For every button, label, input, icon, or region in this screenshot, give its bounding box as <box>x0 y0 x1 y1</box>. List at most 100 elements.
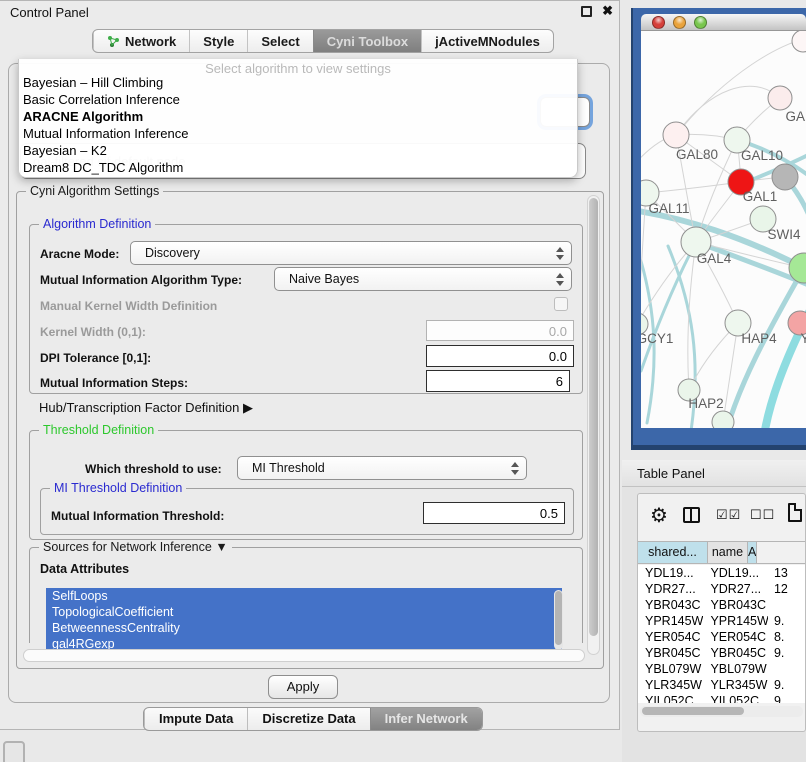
column-header[interactable]: A <box>748 542 757 563</box>
zoom-traffic-light-icon[interactable] <box>694 16 707 29</box>
cell-name: YDL19... <box>703 565 768 581</box>
kernel-width-field[interactable]: 0.0 <box>426 320 574 341</box>
combo-stepper-icon <box>555 246 564 261</box>
mi-steps-field[interactable]: 6 <box>426 370 570 392</box>
data-attributes-heading: Data Attributes <box>40 562 129 576</box>
network-node-label: GAL80 <box>676 147 718 162</box>
column-header[interactable]: shared... <box>638 542 708 563</box>
bottom-tab[interactable]: Discretize Data <box>247 708 369 730</box>
bottom-tab[interactable]: Impute Data <box>144 708 247 730</box>
mi-type-combo[interactable]: Naive Bayes <box>274 267 572 291</box>
table-row[interactable]: YBL079W YBL079W <box>638 661 805 677</box>
data-attribute-item[interactable]: TopologicalCoefficient <box>46 604 562 620</box>
cell-value: 12 <box>768 581 805 597</box>
data-attribute-item[interactable]: BetweennessCentrality <box>46 620 562 636</box>
cell-shared-name: YBR045C <box>638 645 703 661</box>
dropdown-placeholder: Select algorithm to view settings <box>19 59 577 74</box>
mi-threshold-definition-group: MI Threshold Definition Mutual Informati… <box>40 488 574 535</box>
control-panel-titlebar: Control Panel ✖ <box>0 1 619 23</box>
dropdown-item[interactable]: ARACNE Algorithm <box>19 108 577 125</box>
threshold-definition-group: Threshold Definition Which threshold to … <box>29 430 583 540</box>
dropdown-item[interactable]: Bayesian – Hill Climbing <box>19 74 577 91</box>
table-row[interactable]: YER054C YER054C 8. <box>638 629 805 645</box>
table-row[interactable]: YBR045C YBR045C 9. <box>638 645 805 661</box>
algorithm-dropdown-popup: Select algorithm to view settings Bayesi… <box>18 59 578 178</box>
close-icon[interactable]: ✖ <box>602 3 613 19</box>
dpi-tolerance-field[interactable]: 0.0 <box>426 345 574 367</box>
which-threshold-combo[interactable]: MI Threshold <box>237 456 527 480</box>
cell-value: 9. <box>768 645 805 661</box>
network-canvas[interactable]: GALGAL80GAL10GAL1GAL11SWI4GAL4GCY1HAP4YH… <box>641 31 806 428</box>
attributes-list-scrollbar-thumb[interactable] <box>555 591 562 645</box>
tab[interactable]: Cyni Toolbox <box>313 30 421 52</box>
table-horizontal-scrollbar[interactable] <box>640 706 803 717</box>
settings-scrollbar[interactable] <box>587 195 600 655</box>
float-window-icon[interactable] <box>581 6 592 17</box>
aracne-mode-value: Discovery <box>145 246 200 260</box>
settings-horizontal-scrollbar[interactable] <box>23 649 585 662</box>
combo-stepper-icon <box>555 272 564 287</box>
unchecked-boxes-icon[interactable]: ☐☐ <box>750 507 775 523</box>
which-threshold-value: MI Threshold <box>252 461 325 475</box>
table-row[interactable]: YDR27... YDR27... 12 <box>638 581 805 597</box>
table-row[interactable]: YBR043C YBR043C <box>638 597 805 613</box>
algorithm-definition-group: Algorithm Definition Aracne Mode: Discov… <box>29 224 583 394</box>
split-pane-icon[interactable] <box>683 507 700 523</box>
expand-right-arrow-icon: ▶ <box>243 400 253 415</box>
network-node-label: GCY1 <box>641 331 673 346</box>
dropdown-item[interactable]: Basic Correlation Inference <box>19 91 577 108</box>
network-edge[interactable] <box>646 182 741 193</box>
gear-icon[interactable]: ⚙ <box>650 503 668 528</box>
collapse-down-arrow-icon[interactable]: ▼ <box>215 540 227 554</box>
mi-threshold-field[interactable]: 0.5 <box>423 502 565 524</box>
document-icon[interactable] <box>788 503 802 522</box>
tab[interactable]: Style <box>189 30 247 52</box>
cell-shared-name: YDL19... <box>638 565 703 581</box>
cell-shared-name: YPR145W <box>638 613 703 629</box>
table-horizontal-scrollbar-thumb[interactable] <box>642 707 744 715</box>
dropdown-item[interactable]: Bayesian – K2 <box>19 142 577 159</box>
cell-shared-name: YBL079W <box>638 661 703 677</box>
sources-group: Sources for Network Inference ▼ Data Att… <box>29 547 583 643</box>
data-attribute-item[interactable]: SelfLoops <box>46 588 562 604</box>
cell-value: 9. <box>768 693 805 703</box>
tab[interactable]: jActiveMNodules <box>421 30 553 52</box>
tab[interactable]: Select <box>247 30 312 52</box>
mi-threshold-legend: MI Threshold Definition <box>50 481 186 495</box>
network-node-label: HAP4 <box>741 331 777 346</box>
network-node[interactable] <box>768 86 792 110</box>
window-traffic-lights <box>652 16 707 29</box>
column-header[interactable]: name <box>708 542 748 563</box>
table-row[interactable]: YPR145W YPR145W 9. <box>638 613 805 629</box>
cell-name: YLR345W <box>703 677 768 693</box>
dropdown-item[interactable]: Mutual Information Inference <box>19 125 577 142</box>
cell-name: YBL079W <box>703 661 768 677</box>
table-toolbar: ⚙ ☑☑ ☐☐ <box>638 494 805 541</box>
network-node[interactable] <box>772 164 798 190</box>
minimize-traffic-light-icon[interactable] <box>673 16 686 29</box>
collapsed-panel-icon[interactable] <box>3 741 25 762</box>
data-attributes-list: SelfLoops TopologicalCoefficient Between… <box>46 588 562 654</box>
table-row[interactable]: YLR345W YLR345W 9. <box>638 677 805 693</box>
tab-label: Style <box>203 34 234 49</box>
network-node[interactable] <box>712 411 734 428</box>
cell-value: 13 <box>768 565 805 581</box>
network-node[interactable] <box>792 31 806 52</box>
attributes-list-scrollbar[interactable] <box>554 590 563 650</box>
network-node[interactable] <box>663 122 689 148</box>
table-row[interactable]: YDL19... YDL19... 13 <box>638 565 805 581</box>
tab[interactable]: Network <box>93 30 189 52</box>
checked-boxes-icon[interactable]: ☑☑ <box>716 507 741 523</box>
cell-value: 9. <box>768 677 805 693</box>
close-traffic-light-icon[interactable] <box>652 16 665 29</box>
manual-kernel-checkbox[interactable] <box>554 297 568 311</box>
aracne-mode-combo[interactable]: Discovery <box>130 241 572 265</box>
table-row[interactable]: YIL052C YIL052C 9. <box>638 693 805 703</box>
apply-button[interactable]: Apply <box>268 675 338 699</box>
network-node-label: SWI4 <box>767 227 800 242</box>
dropdown-item[interactable]: Dream8 DC_TDC Algorithm <box>19 159 577 176</box>
settings-scrollbar-thumb[interactable] <box>589 198 598 636</box>
hub-definition-expander[interactable]: Hub/Transcription Factor Definition ▶ <box>39 400 253 416</box>
mi-type-label: Mutual Information Algorithm Type: <box>40 273 242 287</box>
bottom-tab[interactable]: Infer Network <box>370 708 482 730</box>
